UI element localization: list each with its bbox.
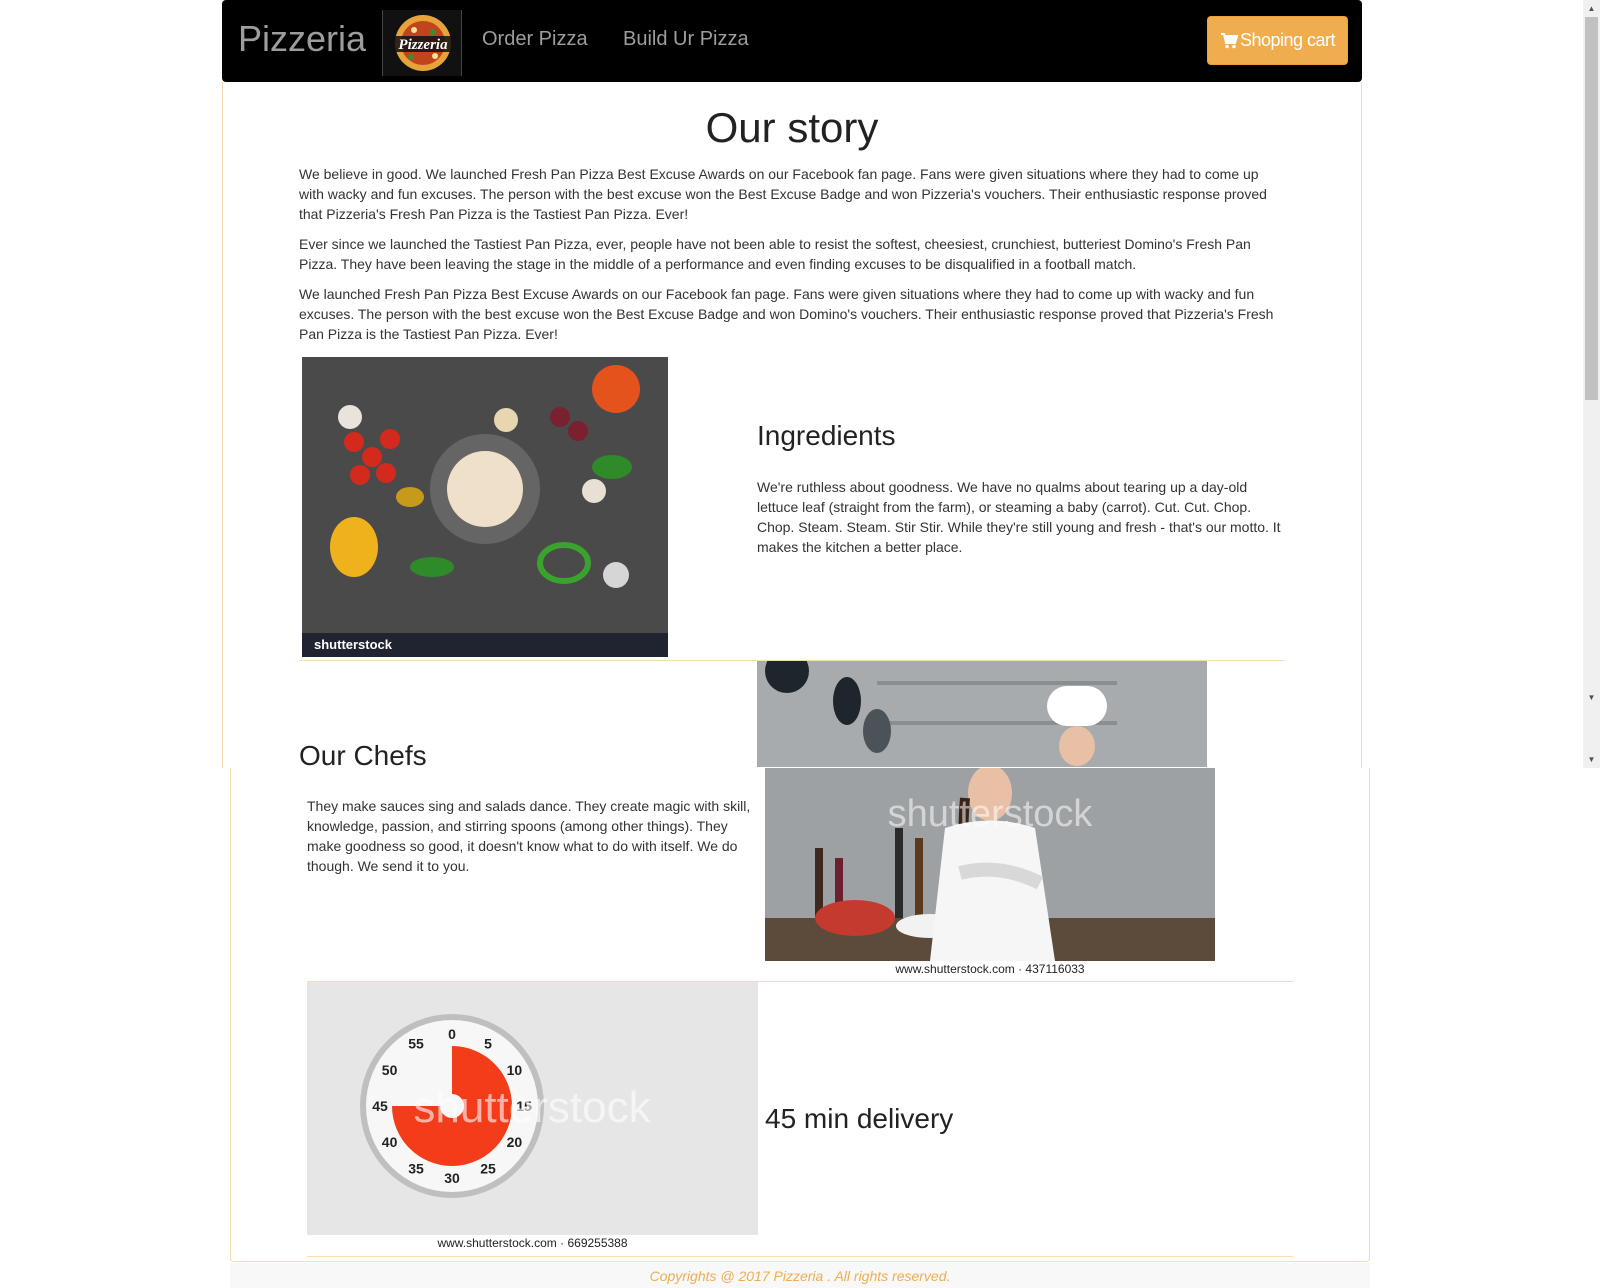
- chef-watermark: shutterstock: [888, 793, 1094, 835]
- dial-number: 30: [444, 1170, 460, 1186]
- delivery-heading: 45 min delivery: [765, 1103, 954, 1134]
- story-paragraph-1: We believe in good. We launched Fresh Pa…: [299, 166, 1267, 222]
- logo-text: Pizzeria: [398, 37, 448, 53]
- nav-order-pizza[interactable]: Order Pizza: [482, 28, 588, 51]
- dial-number: 20: [507, 1134, 523, 1150]
- footer-text: Copyrights @ 2017 Pizzeria . All rights …: [649, 1268, 951, 1284]
- ingredients-heading: Ingredients: [757, 420, 896, 451]
- page-title: Our story: [705, 104, 879, 151]
- chefs-text: They make sauces sing and salads dance. …: [307, 798, 751, 874]
- timer-watermark: shutterstock: [413, 1083, 651, 1132]
- dial-number: 45: [372, 1098, 388, 1114]
- page: Pizzeria Pizzeria Order Pizza Build Ur P…: [0, 0, 1600, 1288]
- cart-icon: [1220, 32, 1238, 48]
- timer-image: 0 5 10 15 20 25 30 35 40 45 50 55 shutterstock: [307, 982, 758, 1235]
- dial-number: 5: [484, 1036, 492, 1052]
- pizzeria-logo[interactable]: Pizzeria: [382, 10, 462, 76]
- ingredients-image: shutterstock: [302, 357, 668, 657]
- dial-number: 50: [382, 1062, 398, 1078]
- page-scrollbar[interactable]: ▲ ▼ ▼: [1583, 0, 1600, 768]
- chef-image-caption: www.shutterstock.com · 437116033: [895, 962, 1085, 976]
- scroll-thumb[interactable]: [1585, 17, 1598, 400]
- dial-number: 35: [408, 1160, 424, 1176]
- ingredients-text: We're ruthless about goodness. We have n…: [757, 479, 1281, 555]
- dial-number: 10: [507, 1062, 523, 1078]
- story-paragraph-3: We launched Fresh Pan Pizza Best Excuse …: [299, 286, 1274, 342]
- dial-number: 0: [448, 1026, 456, 1042]
- dial-number: 40: [382, 1134, 398, 1150]
- divider: [307, 1256, 1293, 1257]
- cart-label: Shoping cart: [1239, 30, 1336, 50]
- dial-number: 25: [480, 1160, 496, 1176]
- scroll-down-arrow-icon[interactable]: ▼: [1583, 751, 1600, 768]
- chefs-heading: Our Chefs: [299, 740, 427, 771]
- nav-build-pizza[interactable]: Build Ur Pizza: [623, 28, 749, 51]
- image-watermark: shutterstock: [314, 637, 393, 652]
- chef-image-top: [757, 661, 1207, 767]
- timer-image-caption: www.shutterstock.com · 669255388: [437, 1236, 628, 1250]
- scroll-up-arrow-icon[interactable]: ▲: [1583, 0, 1600, 17]
- dial-number: 55: [408, 1036, 424, 1052]
- shopping-cart-button[interactable]: Shoping cart: [1207, 16, 1348, 65]
- footer: Copyrights @ 2017 Pizzeria . All rights …: [230, 1263, 1370, 1288]
- scroll-down-arrow-icon[interactable]: ▼: [1583, 689, 1600, 706]
- brand-link[interactable]: Pizzeria: [238, 18, 366, 60]
- navbar: Pizzeria Pizzeria Order Pizza Build Ur P…: [222, 0, 1362, 82]
- story-paragraph-2: Ever since we launched the Tastiest Pan …: [299, 236, 1251, 272]
- chef-image-bottom: shutterstock: [765, 768, 1215, 961]
